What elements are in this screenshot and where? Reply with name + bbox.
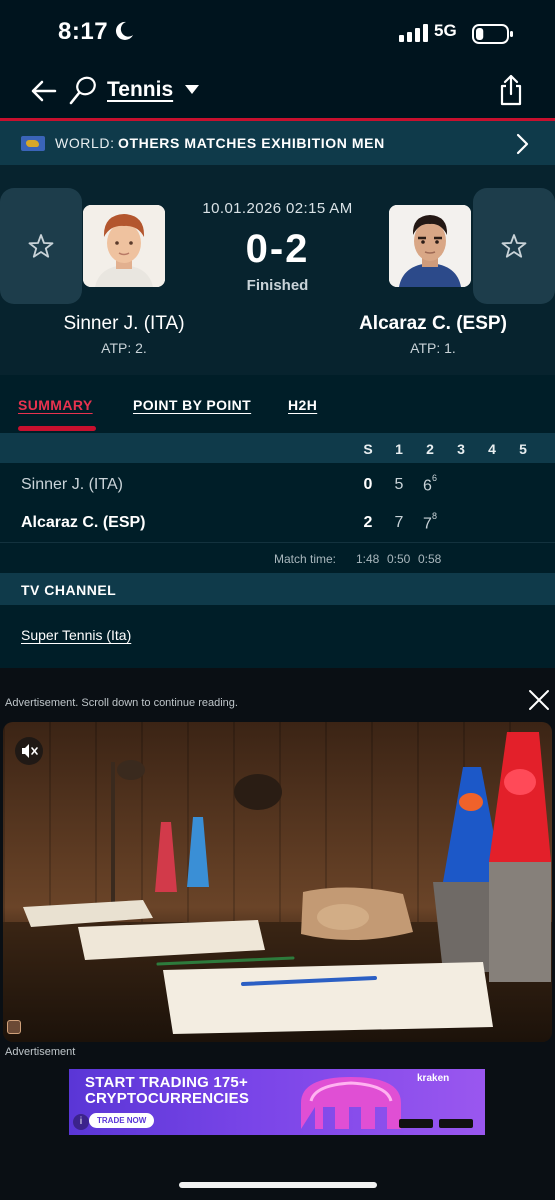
away-player-rank: ATP: 1. [410,340,456,356]
clock: 8:17 [58,18,109,45]
active-tab-indicator [18,426,96,431]
player-portrait-icon [389,205,471,287]
ad-label: Advertisement [5,1046,76,1058]
match-time-set-1: 0:50 [387,552,411,566]
row-set-1: 5 [394,476,404,493]
col-set-3: 3 [457,441,465,457]
network-label: 5G [434,21,457,40]
row-sets-won: 2 [363,514,373,531]
col-sets: S [363,441,373,457]
ad-choices-icon[interactable] [7,1020,21,1034]
home-player-rank: ATP: 2. [101,340,147,356]
match-tabs: SUMMARY POINT BY POINT H2H [0,375,555,433]
tennis-racket-icon [69,76,96,105]
ad-notice: Advertisement. Scroll down to continue r… [5,697,238,709]
match-time-row: Match time: 1:48 0:50 0:58 [0,543,555,573]
match-score: 0-2 [245,227,310,271]
sport-selector[interactable]: Tennis [107,78,173,102]
tab-summary[interactable]: SUMMARY [18,397,93,413]
video-ad[interactable] [3,722,552,1042]
away-player-photo[interactable] [389,205,471,287]
scoreboard-header: S 1 2 3 4 5 [0,433,555,463]
tab-point-by-point[interactable]: POINT BY POINT [133,397,251,413]
match-time-label: Match time: [274,552,337,566]
table-row: Sinner J. (ITA) 0 5 66 [0,465,555,503]
tv-channel-heading: TV CHANNEL [21,582,117,598]
row-set-2: 66 [423,473,437,495]
banner-headline: START TRADING 175+ CRYPTOCURRENCIES [85,1074,250,1107]
kraken-3d-logo-icon [301,1077,401,1129]
col-set-4: 4 [488,441,496,457]
favorite-away-button[interactable] [473,188,555,304]
col-set-1: 1 [395,441,403,457]
mute-button[interactable] [15,737,43,765]
home-indicator[interactable] [179,1182,377,1188]
share-icon[interactable] [498,74,524,106]
tiebreak-score: 8 [431,511,437,521]
row-set-1: 7 [394,514,404,531]
row-set-2: 78 [423,511,437,533]
tv-channel-section: Super Tennis (Ita) [0,605,555,667]
tv-channel-header: TV CHANNEL [0,573,555,605]
row-player-name: Sinner J. (ITA) [21,476,123,493]
match-time-total: 1:48 [356,552,380,566]
competition-bar[interactable]: WORLD: OTHERS MATCHES EXHIBITION MEN [0,121,555,165]
competition-country: WORLD: [55,135,115,151]
home-player-name[interactable]: Sinner J. (ITA) [20,313,228,335]
col-set-2: 2 [426,441,434,457]
app-header: Tennis [0,66,555,118]
crypto-banner-ad[interactable]: START TRADING 175+ CRYPTOCURRENCIES TRAD… [69,1069,485,1135]
signal-icon [399,24,428,42]
tv-channel-link[interactable]: Super Tennis (Ita) [21,627,131,643]
google-play-badge[interactable] [439,1119,473,1128]
chevron-right-icon[interactable] [516,133,530,155]
battery-icon [472,24,513,44]
col-set-5: 5 [519,441,527,457]
close-icon[interactable] [528,689,550,711]
status-bar: 8:17 5G [0,0,555,66]
world-flag-icon [21,136,45,151]
trade-now-button[interactable]: TRADE NOW [89,1113,155,1128]
away-player-name[interactable]: Alcaraz C. (ESP) [333,313,533,335]
lava-lamp-image [23,732,551,1034]
back-arrow-icon[interactable] [28,76,58,106]
speaker-muted-icon [22,744,38,758]
row-player-name: Alcaraz C. (ESP) [21,514,146,531]
row-sets-won: 0 [363,476,373,493]
kraken-logo: kraken [417,1073,450,1084]
competition-name: OTHERS MATCHES EXHIBITION MEN [118,135,385,151]
table-row: Alcaraz C. (ESP) 2 7 78 [0,503,555,541]
star-icon [501,234,527,258]
info-icon[interactable]: i [73,1114,89,1130]
caret-down-icon[interactable] [184,84,200,96]
moon-icon [115,21,133,40]
app-store-badge[interactable] [399,1119,433,1128]
match-status: Finished [246,277,309,294]
match-datetime: 10.01.2026 02:15 AM [202,200,353,217]
match-header: 10.01.2026 02:15 AM 0-2 Finished Sinner … [0,165,555,375]
tab-h2h[interactable]: H2H [288,397,317,413]
tiebreak-score: 6 [431,473,437,483]
match-time-set-2: 0:58 [418,552,442,566]
